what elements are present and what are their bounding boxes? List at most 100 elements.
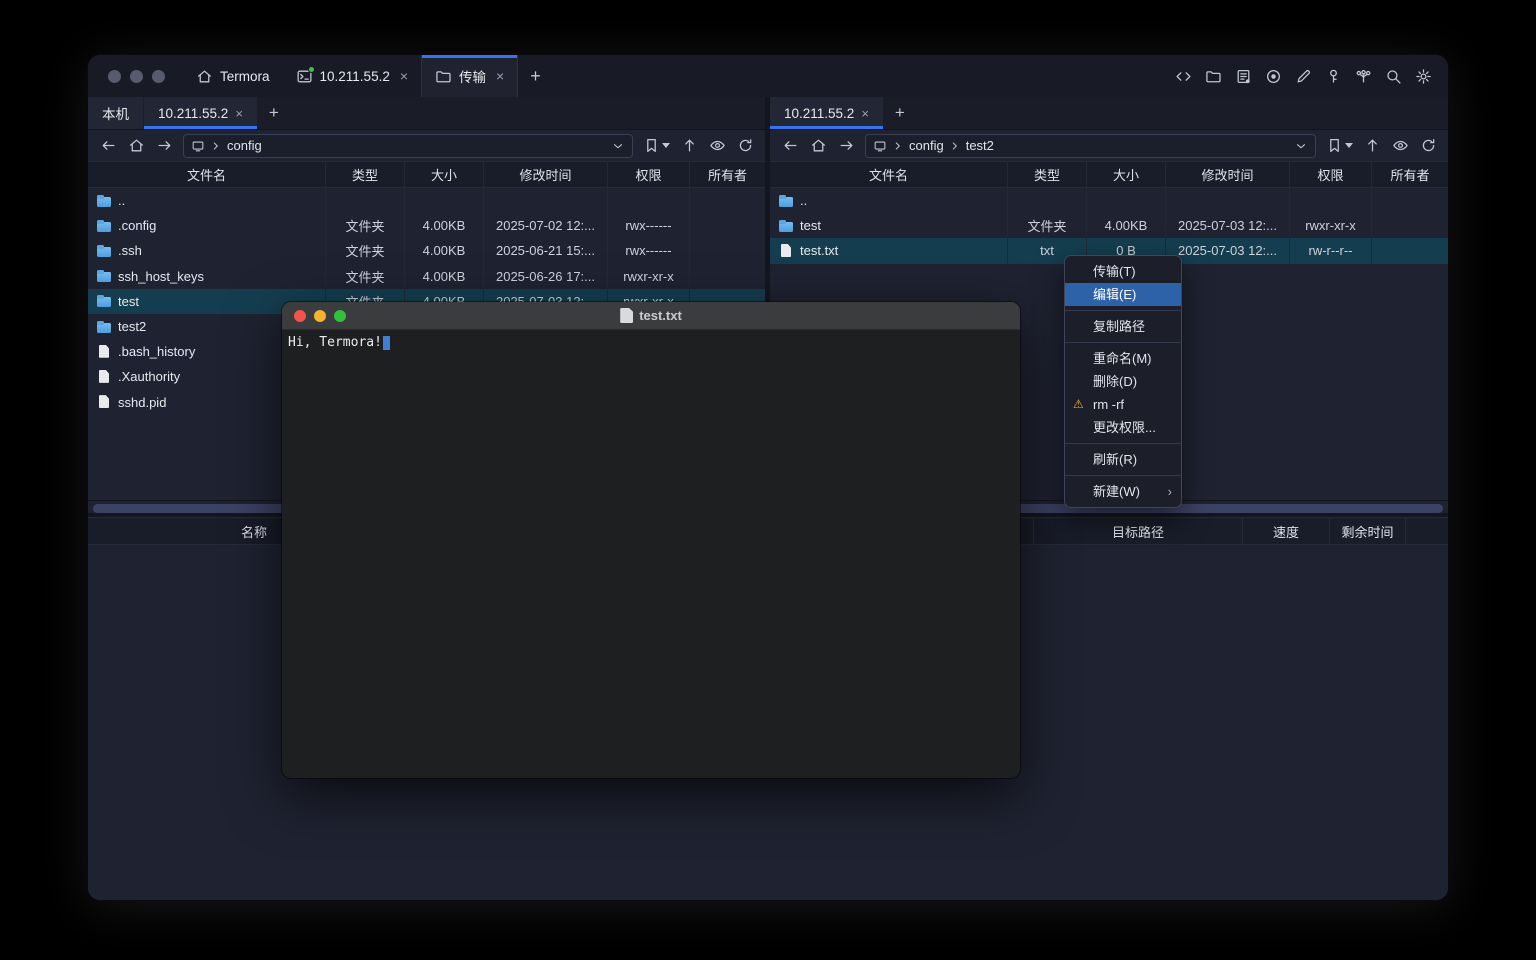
folder-icon: [96, 268, 112, 284]
file-row[interactable]: test 文件夹 4.00KB 2025-07-03 12:... rwxr-x…: [770, 213, 1448, 238]
forward-button[interactable]: [152, 134, 176, 158]
chevron-down-icon[interactable]: [611, 139, 625, 153]
file-row[interactable]: ..: [88, 188, 765, 213]
menu-separator: [1065, 342, 1181, 343]
editor-content[interactable]: Hi, Termora!: [282, 330, 1020, 355]
tab-transfer[interactable]: 传输 ×: [421, 55, 518, 97]
close-tab-icon[interactable]: ×: [400, 68, 408, 84]
file-row[interactable]: ssh_host_keys 文件夹 4.00KB 2025-06-26 17:.…: [88, 264, 765, 289]
menu-item-rename[interactable]: 重命名(M): [1065, 347, 1181, 370]
tab-label: 传输: [459, 66, 486, 86]
column-header-size[interactable]: 大小: [404, 162, 483, 187]
tab-remote-10-211-55-2[interactable]: 10.211.55.2 ×: [144, 97, 258, 129]
column-header-owner[interactable]: 所有者: [689, 162, 765, 187]
settings-gear-icon[interactable]: [1415, 68, 1432, 85]
parent-directory-button[interactable]: [1360, 134, 1384, 158]
file-row[interactable]: ..: [770, 188, 1448, 213]
edit-icon[interactable]: [1295, 68, 1312, 85]
chevron-down-icon[interactable]: [1294, 139, 1308, 153]
code-icon[interactable]: [1175, 68, 1192, 85]
folder-icon: [96, 243, 112, 259]
connection-status-dot: [308, 66, 315, 73]
bookmark-button[interactable]: [1323, 137, 1356, 154]
folder-icon: [778, 193, 794, 209]
left-panel-tabs: 本机 10.211.55.2 × +: [88, 97, 765, 130]
column-header-filename[interactable]: 文件名: [88, 162, 325, 187]
close-tab-icon[interactable]: ×: [861, 106, 869, 121]
show-hidden-files-button[interactable]: [705, 134, 729, 158]
column-header-speed: 速度: [1242, 518, 1329, 544]
menu-item-refresh[interactable]: 刷新(R): [1065, 448, 1181, 471]
left-nav-row: config: [88, 130, 765, 161]
path-segment[interactable]: config: [227, 138, 262, 153]
menu-item-edit[interactable]: 编辑(E): [1065, 283, 1181, 306]
column-header-permissions[interactable]: 权限: [1289, 162, 1371, 187]
back-button[interactable]: [778, 134, 802, 158]
menu-item-rm-rf[interactable]: ⚠rm -rf: [1065, 393, 1181, 416]
close-window-button[interactable]: [108, 70, 121, 83]
search-icon[interactable]: [1385, 68, 1402, 85]
file-name: test: [800, 218, 821, 233]
window-controls: [88, 55, 183, 97]
add-panel-tab-button[interactable]: +: [884, 97, 916, 129]
bookmark-dropdown-icon[interactable]: [1345, 143, 1353, 148]
back-button[interactable]: [96, 134, 120, 158]
minimize-window-button[interactable]: [130, 70, 143, 83]
file-row[interactable]: .ssh 文件夹 4.00KB 2025-06-21 15:... rwx---…: [88, 238, 765, 263]
home-button[interactable]: [124, 134, 148, 158]
close-tab-icon[interactable]: ×: [496, 68, 504, 84]
refresh-button[interactable]: [1416, 134, 1440, 158]
tab-label: 10.211.55.2: [158, 106, 228, 121]
close-tab-icon[interactable]: ×: [235, 106, 243, 121]
folder-icon[interactable]: [1205, 68, 1222, 85]
file-name: ssh_host_keys: [118, 269, 204, 284]
tab-termora-home[interactable]: Termora: [183, 55, 283, 97]
path-input[interactable]: config test2: [865, 134, 1316, 158]
document-icon: [620, 308, 633, 323]
key-icon[interactable]: [1325, 68, 1342, 85]
menu-item-new[interactable]: 新建(W)›: [1065, 480, 1181, 503]
column-header-target-path: 目标路径: [1033, 518, 1242, 544]
column-header-size[interactable]: 大小: [1086, 162, 1165, 187]
column-header-type[interactable]: 类型: [325, 162, 404, 187]
keychain-icon[interactable]: [1355, 68, 1372, 85]
path-input[interactable]: config: [183, 134, 633, 158]
column-header-modified[interactable]: 修改时间: [1165, 162, 1289, 187]
menu-item-delete[interactable]: 删除(D): [1065, 370, 1181, 393]
toolbar-icons: [1175, 55, 1448, 97]
log-icon[interactable]: [1235, 68, 1252, 85]
maximize-window-button[interactable]: [152, 70, 165, 83]
home-button[interactable]: [806, 134, 830, 158]
column-header-owner[interactable]: 所有者: [1371, 162, 1448, 187]
column-header-type[interactable]: 类型: [1007, 162, 1086, 187]
record-icon[interactable]: [1265, 68, 1282, 85]
menu-item-copy-path[interactable]: 复制路径: [1065, 315, 1181, 338]
editor-title-bar: test.txt: [282, 302, 1020, 330]
path-segment[interactable]: test2: [966, 138, 994, 153]
home-icon: [196, 68, 213, 85]
menu-item-change-permissions[interactable]: 更改权限...: [1065, 416, 1181, 439]
file-row[interactable]: .config 文件夹 4.00KB 2025-07-02 12:... rwx…: [88, 213, 765, 238]
new-tab-button[interactable]: +: [518, 55, 553, 97]
bookmark-dropdown-icon[interactable]: [662, 143, 670, 148]
context-menu: 传输(T) 编辑(E) 复制路径 重命名(M) 删除(D) ⚠rm -rf 更改…: [1064, 255, 1182, 508]
add-panel-tab-button[interactable]: +: [258, 97, 290, 129]
menu-item-transfer[interactable]: 传输(T): [1065, 260, 1181, 283]
tab-host-10-211-55-2[interactable]: 10.211.55.2 ×: [283, 55, 422, 97]
forward-button[interactable]: [834, 134, 858, 158]
file-name: test: [118, 294, 139, 309]
show-hidden-files-button[interactable]: [1388, 134, 1412, 158]
bookmark-button[interactable]: [640, 137, 673, 154]
folder-icon: [96, 293, 112, 309]
column-header-modified[interactable]: 修改时间: [483, 162, 607, 187]
refresh-button[interactable]: [733, 134, 757, 158]
column-header-filename[interactable]: 文件名: [770, 162, 1007, 187]
editor-window-title: test.txt: [282, 308, 1020, 323]
parent-directory-button[interactable]: [677, 134, 701, 158]
left-table-header: 文件名 类型 大小 修改时间 权限 所有者: [88, 161, 765, 188]
column-header-permissions[interactable]: 权限: [607, 162, 689, 187]
path-segment[interactable]: config: [909, 138, 944, 153]
tab-remote-10-211-55-2[interactable]: 10.211.55.2 ×: [770, 97, 884, 129]
chevron-right-icon: [948, 139, 962, 153]
tab-local[interactable]: 本机: [88, 97, 144, 129]
